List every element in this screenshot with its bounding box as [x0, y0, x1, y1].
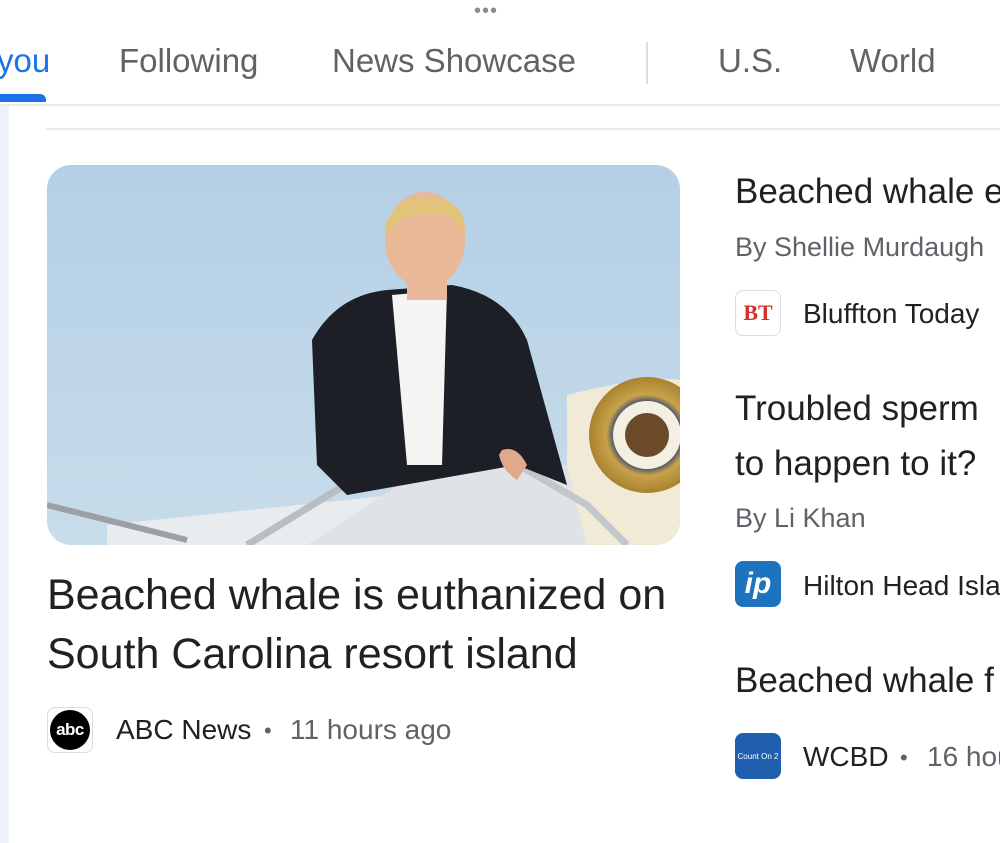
tab-following[interactable]: Following	[119, 42, 258, 80]
main-story-image[interactable]	[47, 165, 680, 545]
side-story-3-title[interactable]: Beached whale f	[735, 653, 994, 708]
separator-dot: •	[900, 745, 908, 770]
side-story-3-time: 16 hou	[927, 741, 1000, 772]
left-edge-strip	[0, 104, 9, 843]
tab-world[interactable]: World	[850, 42, 936, 80]
side-story-2-source[interactable]: Hilton Head Isla	[803, 570, 1000, 602]
main-story-title[interactable]: Beached whale is euthanized on South Car…	[47, 566, 687, 684]
content-divider	[46, 128, 1000, 130]
side-story-1-title[interactable]: Beached whale e	[735, 164, 1000, 219]
side-story-2-title-line1[interactable]: Troubled sperm	[735, 381, 979, 436]
side-story-2-byline: By Li Khan	[735, 503, 866, 533]
side-story-2-title-line2[interactable]: to happen to it?	[735, 436, 976, 491]
tab-for-you[interactable]: you	[0, 42, 50, 80]
tab-us[interactable]: U.S.	[718, 42, 782, 80]
main-story-source[interactable]: ABC News	[116, 714, 251, 746]
side-story-3-source[interactable]: WCBD	[803, 741, 889, 773]
tab-divider	[646, 42, 648, 84]
wcbd-logo: Count On 2	[735, 733, 781, 779]
active-tab-indicator	[0, 94, 46, 102]
main-story-time: 11 hours ago	[290, 714, 452, 745]
abc-news-logo: abc	[47, 707, 93, 753]
bluffton-today-logo: BT	[735, 290, 781, 336]
tab-news-showcase[interactable]: News Showcase	[332, 42, 576, 80]
island-packet-logo: ip	[735, 561, 781, 607]
side-story-1-source[interactable]: Bluffton Today	[803, 298, 979, 330]
separator-dot: •	[264, 718, 272, 743]
side-story-1-byline: By Shellie Murdaugh	[735, 232, 985, 262]
section-tabs: you Following News Showcase U.S. World	[0, 0, 1000, 106]
